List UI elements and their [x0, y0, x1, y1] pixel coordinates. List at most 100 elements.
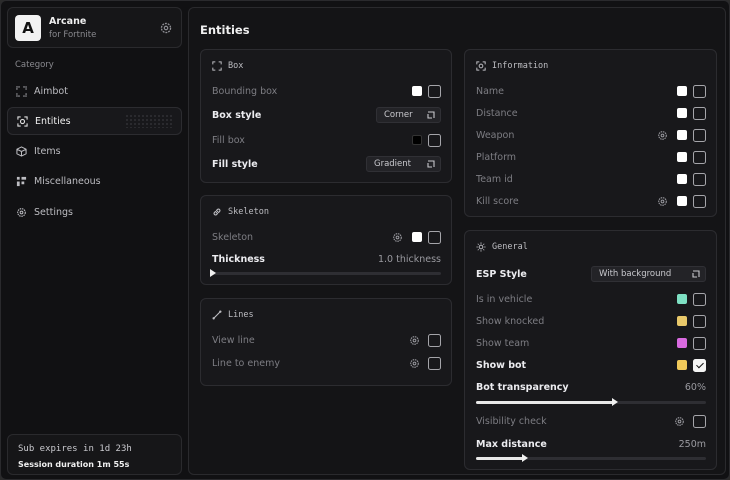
sidebar-item-aimbot[interactable]: Aimbot: [7, 77, 182, 105]
bounding-box-checkbox[interactable]: [428, 84, 441, 98]
app-subtitle: for Fortnite: [49, 30, 97, 40]
skeleton-checkbox[interactable]: [428, 230, 441, 244]
gear-icon: [17, 207, 26, 217]
max-distance-value: 250m: [678, 438, 706, 450]
row-label: Kill score: [476, 195, 519, 207]
color-swatch[interactable]: [677, 86, 687, 96]
row-label: Show team: [476, 337, 530, 349]
row-label: Max distance: [476, 438, 547, 450]
name-checkbox[interactable]: [693, 84, 706, 98]
fill-box-checkbox[interactable]: [428, 133, 441, 147]
team-id-checkbox[interactable]: [693, 172, 706, 186]
show-team-checkbox[interactable]: [693, 336, 706, 350]
app-window: A Arcane for Fortnite Category Aimbot En…: [0, 0, 730, 480]
session-label: Session duration: [18, 460, 94, 469]
gear-icon[interactable]: [674, 416, 685, 427]
show-knocked-checkbox[interactable]: [693, 314, 706, 328]
cube-icon: [16, 146, 27, 157]
kill-score-row: Kill score: [476, 192, 706, 210]
panel-header: General: [476, 242, 528, 252]
row-label: Fill style: [212, 158, 258, 170]
line-to-enemy-row: Line to enemy: [212, 354, 441, 372]
color-swatch[interactable]: [412, 232, 422, 242]
sidebar-item-label: Aimbot: [34, 85, 68, 97]
color-swatch[interactable]: [677, 316, 687, 326]
weapon-row: Weapon: [476, 126, 706, 144]
app-name: Arcane: [49, 16, 87, 27]
esp-style-select[interactable]: With background: [591, 266, 706, 282]
sidebar-item-label: Items: [34, 146, 61, 158]
max-distance-row: Max distance 250m: [476, 435, 706, 453]
skeleton-row: Skeleton: [212, 228, 441, 246]
kill-score-checkbox[interactable]: [693, 194, 706, 208]
fill-box-row: Fill box: [212, 131, 441, 149]
platform-row: Platform: [476, 148, 706, 166]
color-swatch[interactable]: [677, 174, 687, 184]
color-swatch[interactable]: [677, 196, 687, 206]
gear-icon[interactable]: [392, 232, 403, 243]
box-style-select[interactable]: Corner: [376, 107, 441, 123]
gear-icon[interactable]: [657, 130, 668, 141]
expand-icon: [427, 111, 435, 119]
box-style-row: Box style Corner: [212, 106, 441, 124]
session-duration: Session duration 1m 55s: [18, 460, 129, 469]
team-id-row: Team id: [476, 170, 706, 188]
name-row: Name: [476, 82, 706, 100]
panel-header: Information: [476, 61, 548, 71]
line-to-enemy-checkbox[interactable]: [428, 356, 441, 370]
slider-handle[interactable]: [612, 398, 618, 406]
row-label: Bounding box: [212, 85, 278, 97]
slider-handle[interactable]: [522, 454, 529, 462]
color-swatch[interactable]: [677, 108, 687, 118]
sun-icon: [476, 242, 486, 252]
skeleton-panel: Skeleton Skeleton Thickness 1.0 thicknes…: [200, 195, 452, 285]
panel-title: Box: [228, 61, 244, 71]
row-label: Fill box: [212, 134, 245, 146]
sidebar: A Arcane for Fortnite Category Aimbot En…: [1, 1, 187, 480]
sidebar-item-entities[interactable]: Entities: [7, 107, 182, 136]
distance-checkbox[interactable]: [693, 106, 706, 120]
sidebar-item-items[interactable]: Items: [7, 138, 182, 166]
show-bot-checkbox[interactable]: [693, 358, 706, 372]
color-swatch[interactable]: [677, 360, 687, 370]
panel-header: Skeleton: [212, 207, 269, 217]
app-logo: A: [15, 15, 41, 41]
subscription-expiry: Sub expires in 1d 23h: [18, 444, 132, 454]
color-swatch[interactable]: [677, 338, 687, 348]
main-content: Entities Box Bounding box Box style Corn…: [188, 7, 726, 475]
fill-style-select[interactable]: Gradient: [366, 156, 441, 172]
color-swatch[interactable]: [412, 86, 422, 96]
visibility-check-checkbox[interactable]: [693, 414, 706, 428]
platform-checkbox[interactable]: [693, 150, 706, 164]
weapon-checkbox[interactable]: [693, 128, 706, 142]
sidebar-item-miscellaneous[interactable]: Miscellaneous: [7, 168, 182, 196]
expand-icon: [427, 160, 435, 168]
brand-card: A Arcane for Fortnite: [7, 7, 182, 48]
color-swatch[interactable]: [677, 294, 687, 304]
is-in-vehicle-checkbox[interactable]: [693, 292, 706, 306]
row-label: Box style: [212, 109, 262, 121]
distance-row: Distance: [476, 104, 706, 122]
max-distance-slider[interactable]: [476, 454, 706, 462]
is-in-vehicle-row: Is in vehicle: [476, 290, 706, 308]
gear-icon[interactable]: [409, 358, 420, 369]
color-swatch[interactable]: [677, 152, 687, 162]
color-swatch[interactable]: [677, 130, 687, 140]
information-panel: Information Name Distance Weapon Platfor…: [464, 49, 717, 217]
row-label: Platform: [476, 151, 517, 163]
view-line-checkbox[interactable]: [428, 333, 441, 347]
row-label: Show bot: [476, 359, 527, 371]
slider-handle[interactable]: [210, 269, 216, 277]
thickness-slider[interactable]: [210, 269, 441, 277]
sidebar-item-settings[interactable]: Settings: [7, 198, 182, 226]
gear-icon[interactable]: [657, 196, 668, 207]
gear-icon[interactable]: [159, 21, 173, 35]
slider-fill: [476, 401, 614, 404]
gear-icon[interactable]: [409, 335, 420, 346]
color-swatch[interactable]: [412, 135, 422, 145]
target-icon: [476, 61, 486, 71]
sidebar-item-label: Settings: [34, 206, 73, 218]
bot-transparency-slider[interactable]: [476, 398, 706, 406]
panel-title: Skeleton: [228, 207, 269, 217]
thickness-row: Thickness 1.0 thickness: [212, 250, 441, 268]
